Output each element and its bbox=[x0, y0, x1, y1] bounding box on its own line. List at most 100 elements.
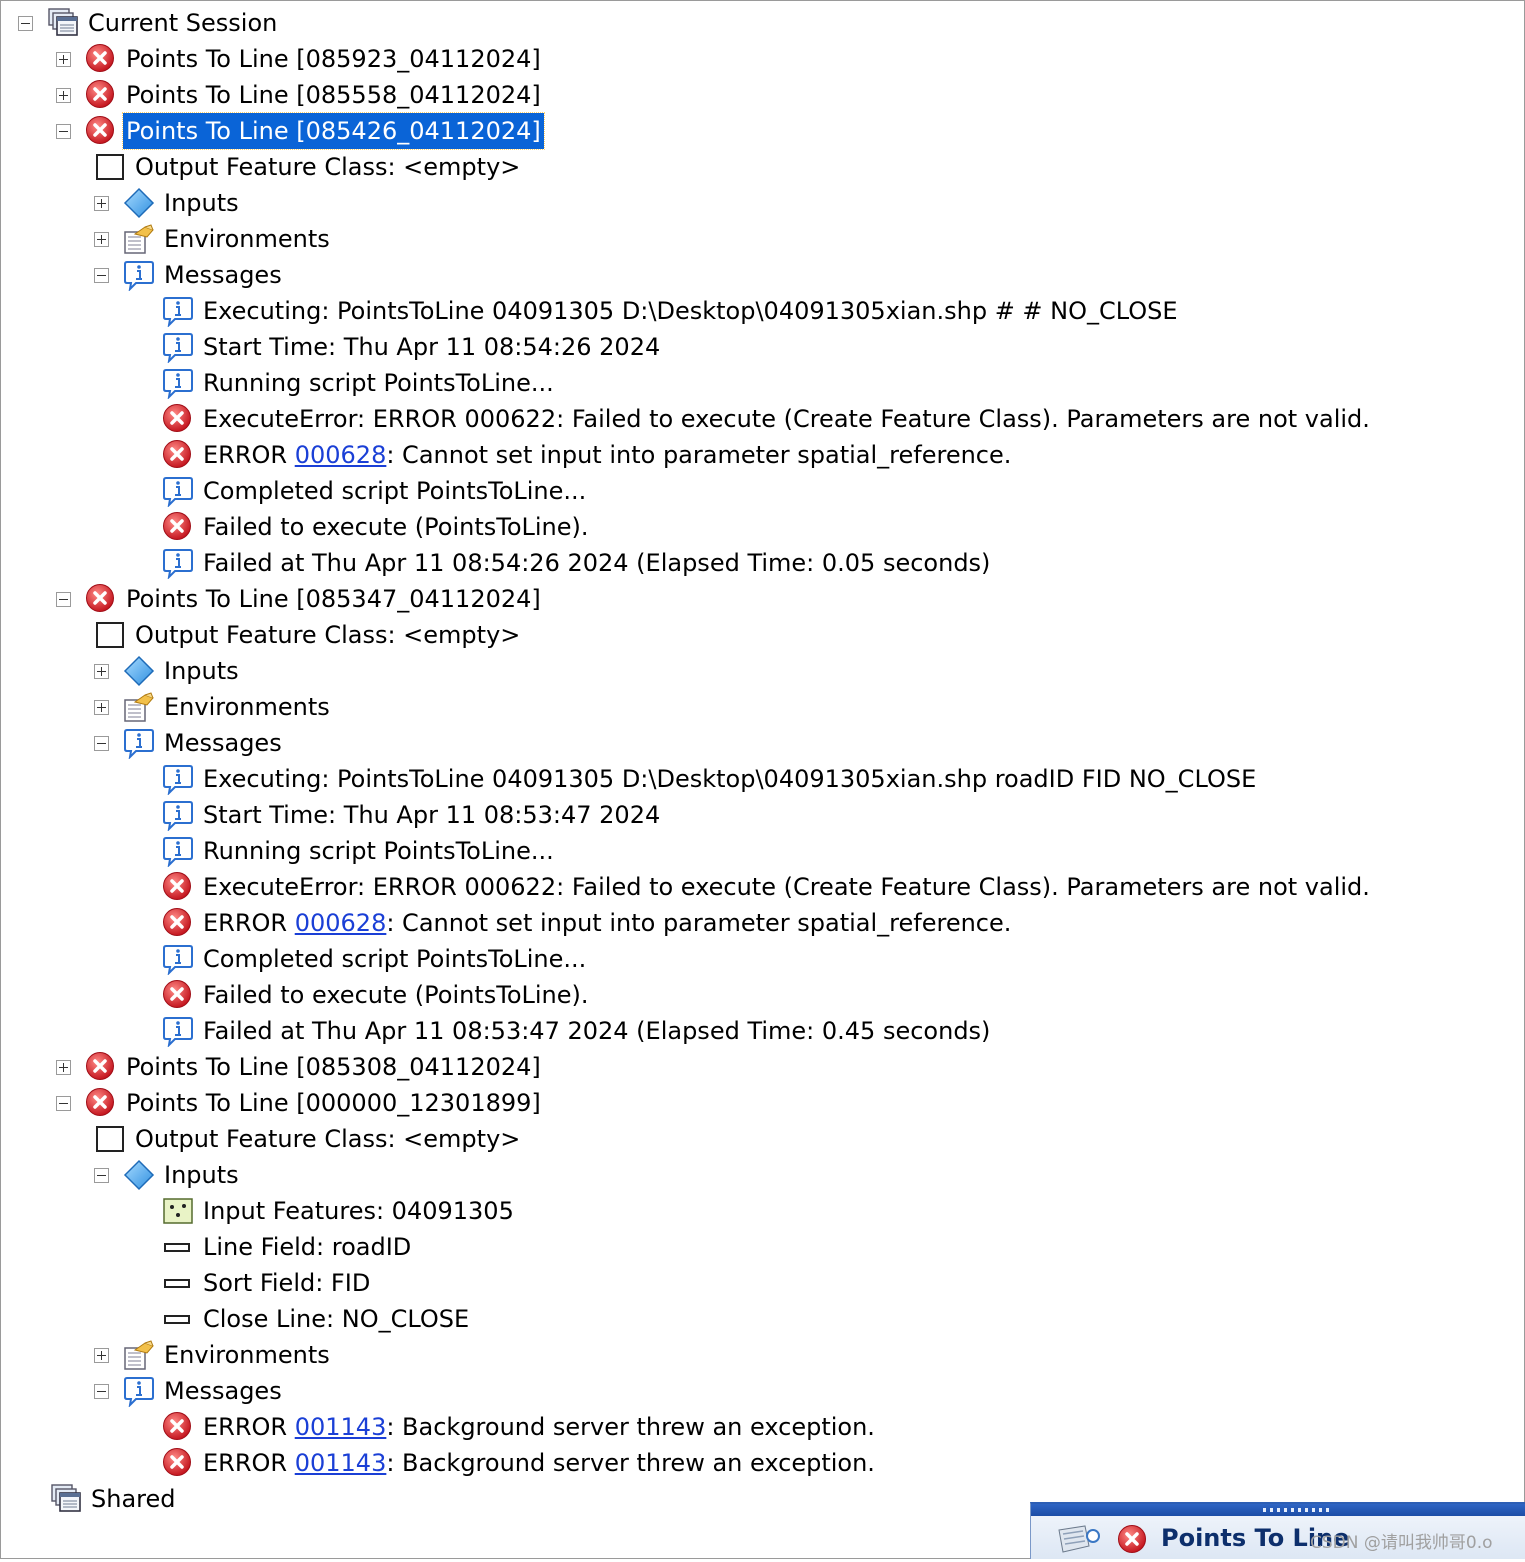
tree-node-message[interactable]: Completed script PointsToLine... bbox=[162, 473, 589, 509]
node-label: ERROR 000628: Cannot set input into para… bbox=[200, 437, 1014, 473]
node-label: Output Feature Class: <empty> bbox=[135, 153, 521, 181]
error-icon bbox=[162, 1447, 194, 1479]
tree-node-output[interactable]: Output Feature Class: <empty> bbox=[94, 1121, 523, 1157]
expand-toggle[interactable] bbox=[94, 231, 109, 247]
error-icon bbox=[162, 403, 194, 435]
node-label: Environments bbox=[164, 693, 330, 721]
info-icon bbox=[123, 727, 155, 759]
geoprocessing-icon bbox=[1055, 1522, 1101, 1562]
field-icon bbox=[162, 1303, 194, 1335]
collapse-toggle[interactable] bbox=[56, 1095, 71, 1111]
error-code-link[interactable]: 001143 bbox=[295, 1449, 387, 1477]
node-label: Output Feature Class: <empty> bbox=[135, 1125, 521, 1153]
error-code-link[interactable]: 000628 bbox=[295, 909, 387, 937]
node-label: Messages bbox=[164, 729, 282, 757]
node-label: Start Time: Thu Apr 11 08:53:47 2024 bbox=[203, 801, 661, 829]
tree-node-message[interactable]: Running script PointsToLine... bbox=[162, 365, 557, 401]
field-icon bbox=[162, 1267, 194, 1299]
tree-node-message[interactable]: Failed to execute (PointsToLine). bbox=[162, 509, 592, 545]
tree-node-message[interactable]: ERROR 001143: Background server threw an… bbox=[162, 1445, 878, 1481]
error-message: : Background server threw an exception. bbox=[386, 1449, 875, 1477]
expand-toggle[interactable] bbox=[56, 87, 71, 103]
collapse-toggle[interactable] bbox=[94, 1167, 109, 1183]
info-icon bbox=[162, 367, 194, 399]
expand-toggle[interactable] bbox=[56, 1059, 71, 1075]
tree-node-message[interactable]: Running script PointsToLine... bbox=[162, 833, 557, 869]
session-icon bbox=[50, 1483, 82, 1515]
tree-node-task[interactable]: Points To Line [085308_04112024] bbox=[56, 1049, 544, 1085]
node-label: Inputs bbox=[164, 1161, 239, 1189]
tree-node-messages[interactable]: Messages bbox=[94, 725, 285, 761]
node-label: Start Time: Thu Apr 11 08:54:26 2024 bbox=[203, 333, 661, 361]
tree-node-input-param[interactable]: Close Line: NO_CLOSE bbox=[162, 1301, 472, 1337]
inputs-icon bbox=[123, 187, 155, 219]
tree-node-message[interactable]: Start Time: Thu Apr 11 08:54:26 2024 bbox=[162, 329, 663, 365]
output-feature-class-icon bbox=[94, 619, 126, 651]
tree-node-message[interactable]: ERROR 000628: Cannot set input into para… bbox=[162, 905, 1014, 941]
collapse-toggle[interactable] bbox=[94, 1383, 109, 1399]
tree-node-message[interactable]: Completed script PointsToLine... bbox=[162, 941, 589, 977]
error-code-link[interactable]: 001143 bbox=[295, 1413, 387, 1441]
error-message: : Background server threw an exception. bbox=[386, 1413, 875, 1441]
tree-node-environments[interactable]: Environments bbox=[94, 689, 333, 725]
tree-node-inputs[interactable]: Inputs bbox=[94, 1157, 242, 1193]
error-icon bbox=[85, 1051, 117, 1083]
collapse-toggle[interactable] bbox=[18, 15, 33, 31]
collapse-toggle[interactable] bbox=[56, 123, 71, 139]
tree-node-message[interactable]: ExecuteError: ERROR 000622: Failed to ex… bbox=[162, 869, 1373, 905]
tree-node-messages[interactable]: Messages bbox=[94, 1373, 285, 1409]
tree-node-message[interactable]: Failed to execute (PointsToLine). bbox=[162, 977, 592, 1013]
tree-node-message[interactable]: Executing: PointsToLine 04091305 D:\Desk… bbox=[162, 293, 1181, 329]
expand-toggle[interactable] bbox=[94, 663, 109, 679]
error-icon bbox=[162, 979, 194, 1011]
node-label: ERROR 001143: Background server threw an… bbox=[200, 1445, 878, 1481]
tree-node-task[interactable]: Points To Line [085426_04112024] bbox=[56, 112, 545, 150]
tree-node-messages[interactable]: Messages bbox=[94, 257, 285, 293]
tree-node-environments[interactable]: Environments bbox=[94, 221, 333, 257]
tree-node-environments[interactable]: Environments bbox=[94, 1337, 333, 1373]
popup-grip[interactable] bbox=[1031, 1504, 1525, 1516]
error-icon bbox=[85, 583, 117, 615]
tree-node-message[interactable]: Failed at Thu Apr 11 08:53:47 2024 (Elap… bbox=[162, 1013, 993, 1049]
node-label: Output Feature Class: <empty> bbox=[135, 621, 521, 649]
tree-node-input-param[interactable]: Sort Field: FID bbox=[162, 1265, 373, 1301]
info-icon bbox=[162, 331, 194, 363]
tree-node-shared[interactable]: Shared bbox=[50, 1481, 179, 1517]
tree-node-inputs[interactable]: Inputs bbox=[94, 653, 242, 689]
tree-node-input-param[interactable]: Line Field: roadID bbox=[162, 1229, 414, 1265]
error-prefix: ERROR bbox=[203, 909, 295, 937]
tree-node-output[interactable]: Output Feature Class: <empty> bbox=[94, 617, 523, 653]
error-code-link[interactable]: 000628 bbox=[295, 441, 387, 469]
node-label: Inputs bbox=[164, 657, 239, 685]
tree-node-output[interactable]: Output Feature Class: <empty> bbox=[94, 149, 523, 185]
tree-node-task[interactable]: Points To Line [000000_12301899] bbox=[56, 1085, 544, 1121]
error-icon bbox=[85, 1087, 117, 1119]
tree-node-message[interactable]: Failed at Thu Apr 11 08:54:26 2024 (Elap… bbox=[162, 545, 993, 581]
info-icon bbox=[123, 1375, 155, 1407]
tree-node-message[interactable]: ExecuteError: ERROR 000622: Failed to ex… bbox=[162, 401, 1373, 437]
tree-node-inputs[interactable]: Inputs bbox=[94, 185, 242, 221]
expand-toggle[interactable] bbox=[94, 1347, 109, 1363]
collapse-toggle[interactable] bbox=[56, 591, 71, 607]
tree-node-current-session[interactable]: Current Session bbox=[18, 5, 280, 41]
tree-node-message[interactable]: Executing: PointsToLine 04091305 D:\Desk… bbox=[162, 761, 1259, 797]
node-label: ERROR 001143: Background server threw an… bbox=[200, 1409, 878, 1445]
tree-node-task[interactable]: Points To Line [085558_04112024] bbox=[56, 77, 544, 113]
collapse-toggle[interactable] bbox=[94, 735, 109, 751]
tree-node-message[interactable]: Start Time: Thu Apr 11 08:53:47 2024 bbox=[162, 797, 663, 833]
expand-toggle[interactable] bbox=[94, 699, 109, 715]
tree-node-task[interactable]: Points To Line [085923_04112024] bbox=[56, 41, 544, 77]
tree-node-task[interactable]: Points To Line [085347_04112024] bbox=[56, 581, 544, 617]
info-icon bbox=[162, 835, 194, 867]
collapse-toggle[interactable] bbox=[94, 267, 109, 283]
node-label: Line Field: roadID bbox=[203, 1233, 412, 1261]
tree-node-message[interactable]: ERROR 000628: Cannot set input into para… bbox=[162, 437, 1014, 473]
expand-toggle[interactable] bbox=[94, 195, 109, 211]
tree-node-message[interactable]: ERROR 001143: Background server threw an… bbox=[162, 1409, 878, 1445]
node-label: Messages bbox=[164, 261, 282, 289]
error-icon bbox=[162, 1411, 194, 1443]
expand-toggle[interactable] bbox=[56, 51, 71, 67]
field-icon bbox=[162, 1231, 194, 1263]
tree-node-input-param[interactable]: Input Features: 04091305 bbox=[162, 1193, 517, 1229]
info-icon bbox=[123, 259, 155, 291]
